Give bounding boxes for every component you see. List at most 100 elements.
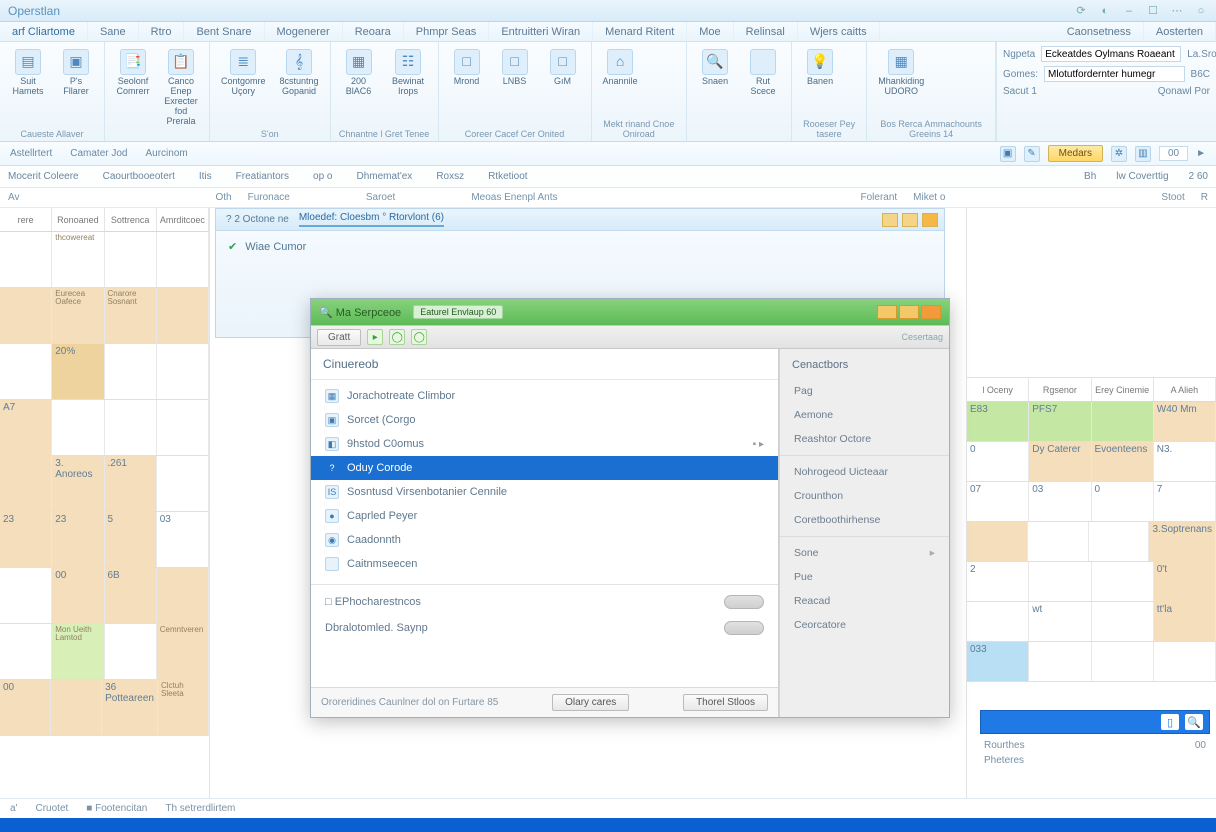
side-input[interactable] [1041,46,1181,62]
calendar-cell[interactable]: Eurecea Oafece [52,288,104,343]
settings-icon[interactable]: ⋯ [1170,4,1184,18]
menu-item[interactable]: Mogenerer [265,22,343,41]
menu-item[interactable]: Sane [88,22,139,41]
crumb[interactable]: Caourtbooeotert [103,171,175,182]
calendar-cell[interactable]: N3. [1154,442,1216,481]
calendar-cell[interactable]: Clctuh Sleeta [158,680,209,735]
calendar-cell[interactable] [157,232,209,287]
calendar-cell[interactable]: Mon Ueith Lamtod [52,624,104,679]
ribbon-button[interactable]: □Mrond [445,46,489,127]
search-toggle[interactable]: Medars [1048,145,1103,162]
dialog-list-item[interactable]: ◉Caadonnth [311,528,778,552]
calendar-cell[interactable]: 20% [52,344,104,399]
calendar-cell[interactable]: Cnarore Sosnant [105,288,157,343]
dialog-tool-button[interactable]: Gratt [317,329,361,346]
menu-item[interactable]: Bent Snare [184,22,264,41]
calendar-cell[interactable] [157,288,209,343]
toggle[interactable] [724,621,764,635]
menu-item[interactable]: Caonsetness [1055,22,1144,41]
footer-button[interactable]: Thorel Stloos [683,694,768,711]
status-item[interactable]: ■ Footencitan [86,803,147,814]
crumb[interactable]: Rtketioot [488,171,527,182]
calendar-cell[interactable] [1029,642,1091,681]
calendar-cell[interactable] [967,602,1029,641]
tool-icon[interactable]: ▣ [1000,146,1016,162]
ribbon-button[interactable]: ▤SuitHamets [6,46,50,127]
side-item[interactable]: Pue [780,565,949,589]
calendar-cell[interactable] [157,456,209,511]
menu-item[interactable]: arf Cliartome [0,22,88,41]
side-item[interactable]: Sone ▸ [780,541,949,565]
menu-item[interactable]: Phmpr Seas [404,22,490,41]
ribbon-button[interactable]: 𝄞8cstuntngGopanid [275,46,324,127]
side-item[interactable]: Nohrogeod Uicteaar [780,460,949,484]
ribbon-button[interactable]: ▣P'sFllarer [54,46,98,127]
side-item[interactable]: Ceorcatore [780,613,949,637]
calendar-cell[interactable] [1092,402,1154,441]
ribbon-button[interactable]: ☷Bewinat Irops [385,46,432,127]
side-item[interactable]: Aemone [780,403,949,427]
menu-item[interactable]: Relinsal [734,22,798,41]
calendar-cell[interactable]: 0 [967,442,1029,481]
side-item[interactable]: Reacad [780,589,949,613]
calendar-cell[interactable]: 07 [967,482,1029,521]
calendar-cell[interactable]: PFS7 [1029,402,1091,441]
dialog-list-item[interactable]: ●Caprled Peyer [311,504,778,528]
toggle[interactable] [724,595,764,609]
ribbon-button[interactable]: 💡Banen [798,46,842,117]
calendar-cell[interactable] [105,232,157,287]
calendar-cell[interactable]: 7 [1154,482,1216,521]
doc-icon[interactable]: ▯ [1161,714,1179,730]
dialog-option[interactable]: Dbralotomled. Saynp [311,615,778,641]
subbar-item[interactable]: Astellrtert [10,148,52,159]
side-item[interactable]: Coretboothirhense [780,508,949,532]
calendar-cell[interactable] [0,344,52,399]
calendar-cell[interactable] [105,624,157,679]
ws-close-icon[interactable] [922,213,938,227]
calendar-cell[interactable]: 36 Potteareen [102,680,158,735]
calendar-cell[interactable] [105,400,157,455]
ribbon-button[interactable]: 📑SeolonfComrerr [111,46,155,139]
maximize-icon[interactable]: ☐ [1146,4,1160,18]
calendar-cell[interactable]: 00 [52,568,104,623]
crumb[interactable]: Freatiantors [236,171,289,182]
ribbon-button[interactable]: □LNBS [493,46,537,127]
menu-item[interactable]: Aosterten [1144,22,1216,41]
help-icon[interactable]: ◐ [1098,4,1112,18]
crumb[interactable]: Itis [199,171,212,182]
menu-item[interactable]: Reoara [343,22,404,41]
calendar-cell[interactable]: 5 [105,512,157,567]
circle-icon[interactable]: ◯ [411,329,427,345]
calendar-cell[interactable]: 03 [157,512,209,567]
calendar-cell[interactable]: 23 [0,512,52,567]
chart-icon[interactable]: ▥ [1135,146,1151,162]
calendar-cell[interactable] [1092,602,1154,641]
side-item[interactable]: Reashtor Octore [780,427,949,451]
calendar-cell[interactable]: thcowereat [52,232,104,287]
menu-item[interactable]: Entruitteri Wiran [489,22,593,41]
gear-icon[interactable]: ✲ [1111,146,1127,162]
dialog-list-item[interactable]: Caitnmseecen [311,552,778,576]
ribbon-button[interactable]: ⌂Anannile [598,46,643,117]
crumb[interactable]: Dhmemat'ex [356,171,412,182]
subbar-item[interactable]: Camater Jod [70,148,127,159]
calendar-cell[interactable] [1029,562,1091,601]
ws-tab[interactable]: Mloedef: Cloesbm ° Rtorvlont (6) [299,212,444,227]
side-input[interactable] [1044,66,1185,82]
dialog-list-item[interactable]: ◧9hstod C0omus▪ ▸ [311,432,778,456]
ws-tab[interactable]: ? 2 Octone ne [226,214,289,225]
dialog-list-item[interactable]: ▦Jorachotreate Climbor [311,384,778,408]
menu-item[interactable]: Rtro [139,22,185,41]
calendar-cell[interactable] [967,522,1028,561]
calendar-cell[interactable]: Evoenteens [1092,442,1154,481]
dialog-option[interactable]: □ EPhocharestncos [311,589,778,615]
calendar-cell[interactable]: 03 [1029,482,1091,521]
ribbon-button[interactable]: 📋Canco EnepExrecter fodPrerala [159,46,203,139]
search-icon[interactable]: 🔍 [1185,714,1203,730]
crumb[interactable]: lw Coverttig [1116,171,1168,182]
calendar-cell[interactable]: Dy Caterer [1029,442,1091,481]
calendar-cell[interactable] [0,456,52,511]
play-icon[interactable]: ▸ [367,329,383,345]
calendar-cell[interactable]: 0't [1154,562,1216,601]
ribbon-button[interactable]: ▦MhankidingUDORO [873,46,929,117]
